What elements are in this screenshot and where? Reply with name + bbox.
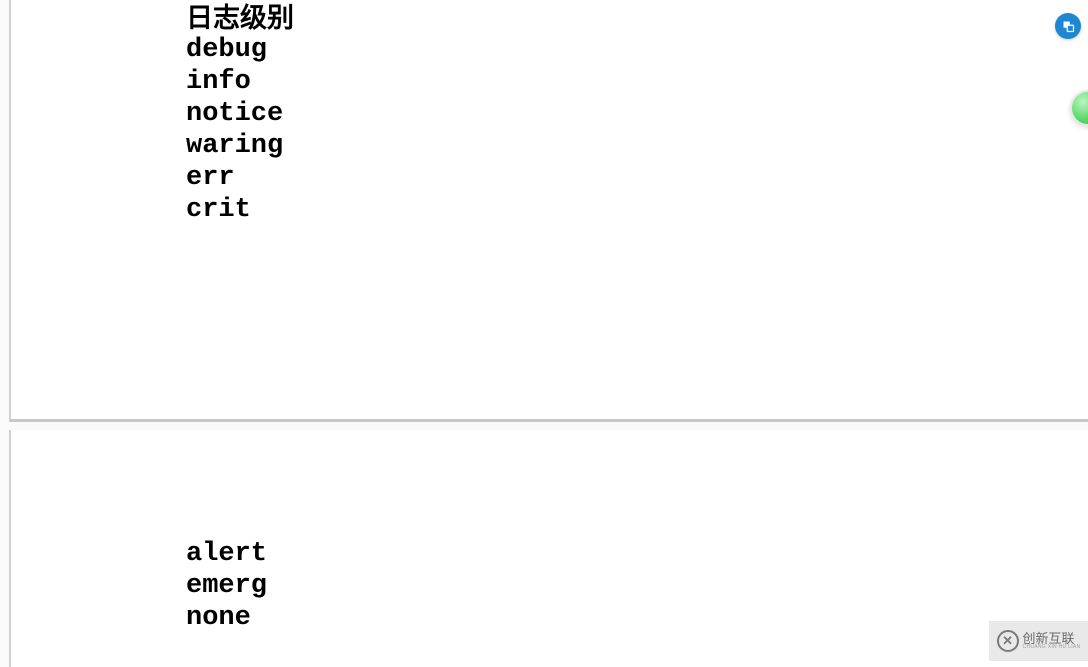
log-level-item: debug xyxy=(186,34,294,66)
log-level-item: alert xyxy=(186,538,267,570)
log-level-item: err xyxy=(186,162,294,194)
log-level-item: none xyxy=(186,602,267,634)
watermark-badge: ✕ 创新互联 CHUANG XIN HU LIAN xyxy=(989,621,1088,661)
document-panel-bottom: alert emerg none xyxy=(9,430,1088,667)
log-level-item: crit xyxy=(186,194,294,226)
document-panel-top: 日志级别 debug info notice waring err crit xyxy=(9,0,1088,422)
log-level-item: emerg xyxy=(186,570,267,602)
log-level-item: waring xyxy=(186,130,294,162)
watermark-logo-icon: ✕ xyxy=(997,630,1019,652)
log-level-block-bottom: alert emerg none xyxy=(186,538,267,634)
log-level-item: notice xyxy=(186,98,294,130)
translate-icon[interactable] xyxy=(1055,13,1081,39)
watermark-subtext: CHUANG XIN HU LIAN xyxy=(1023,645,1081,650)
log-level-item: info xyxy=(186,66,294,98)
section-title: 日志级别 xyxy=(186,2,294,34)
log-level-block-top: 日志级别 debug info notice waring err crit xyxy=(186,2,294,226)
